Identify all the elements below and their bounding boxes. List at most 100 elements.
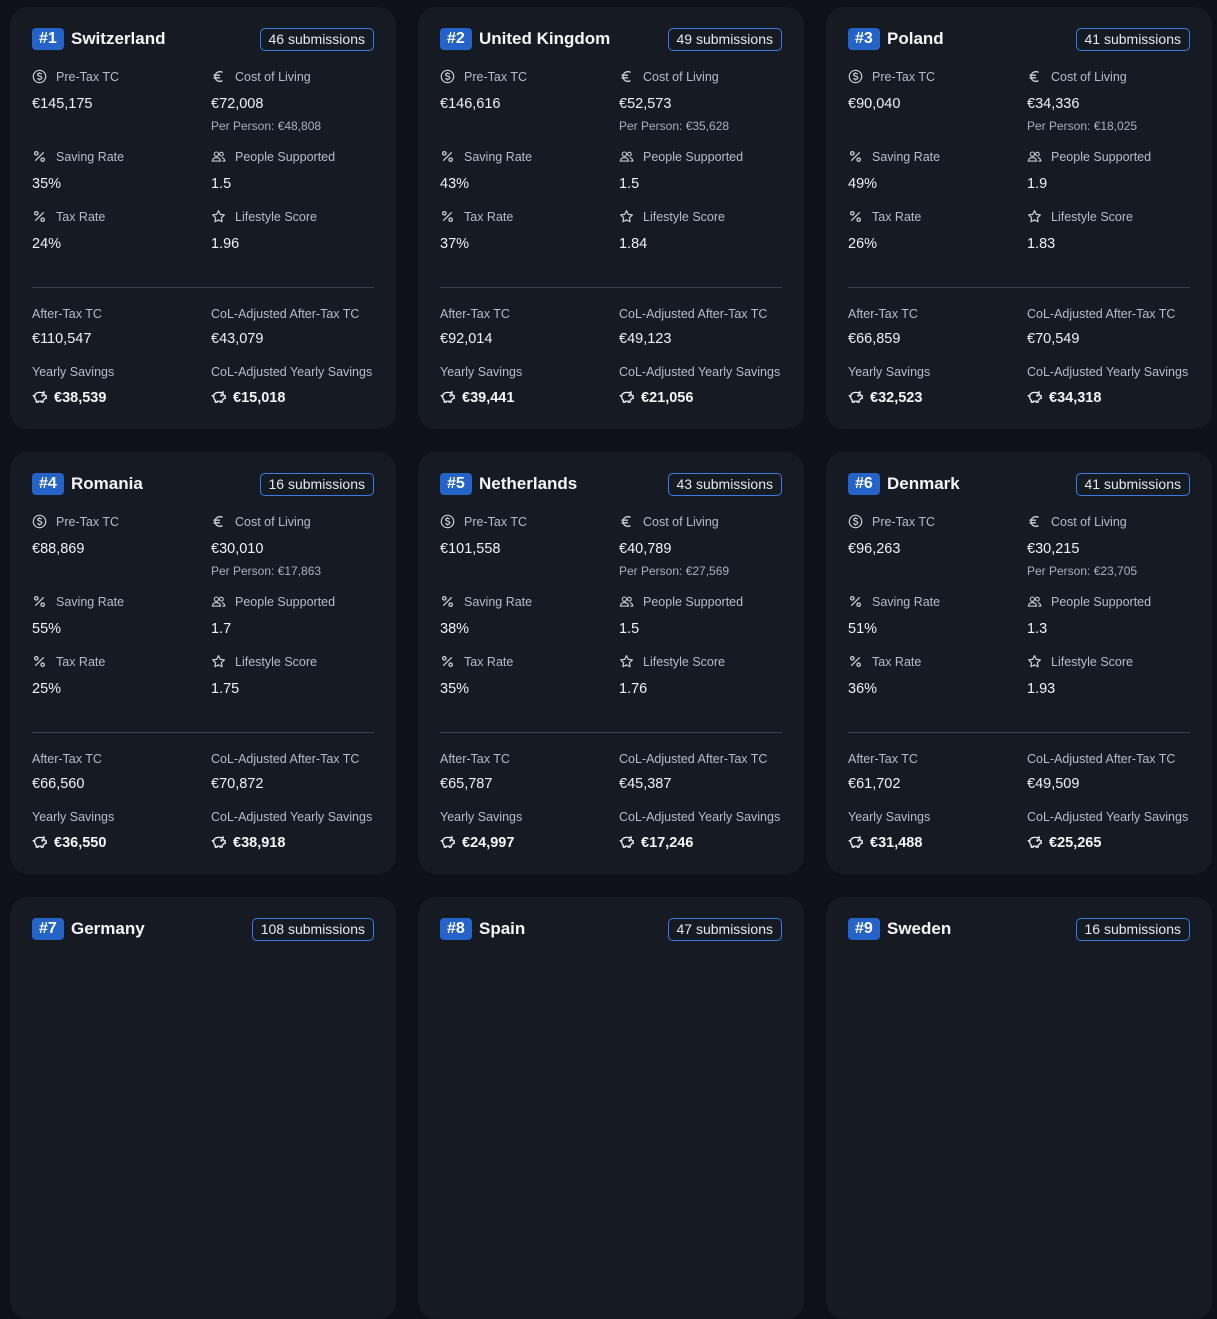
euro-icon [1027,69,1042,84]
piggy-bank-icon [211,389,227,405]
people-label-text: People Supported [235,595,336,609]
aftertax-label: After-Tax TC [440,752,510,766]
people-icon [619,594,634,609]
dollar-icon [848,69,863,84]
rank-badge: #2 [440,28,472,50]
col-value: €30,215 [1027,541,1080,557]
people-label-text: People Supported [235,150,336,164]
col-label-text: Cost of Living [235,70,311,84]
rank-badge: #6 [848,473,880,495]
submissions-badge[interactable]: 47 submissions [667,918,782,941]
country-card-germany[interactable]: #7 Germany 108 submissions [10,897,396,1319]
saving-rate-label: Saving Rate [848,594,940,610]
submissions-badge[interactable]: 16 submissions [259,473,374,496]
piggy-bank-icon [32,834,48,850]
col-label-text: Cost of Living [235,515,311,529]
col-label: Cost of Living [1027,514,1127,530]
saving-rate-label-text: Saving Rate [464,595,533,609]
country-card-romania[interactable]: #4 Romania 16 submissions Pre-Tax TC €88,869… [10,452,396,874]
savings-label: Yearly Savings [32,365,115,379]
divider [32,732,374,733]
country-card-poland[interactable]: #3 Poland 41 submissions Pre-Tax TC €90,040 C… [826,7,1212,429]
country-name: Romania [71,474,143,493]
people-icon [1027,594,1042,609]
col-savings-value: €15,018 [211,389,285,407]
pretax-label-text: Pre-Tax TC [56,515,119,529]
submissions-badge[interactable]: 41 submissions [1075,473,1190,496]
pretax-label: Pre-Tax TC [32,69,119,85]
col-savings-value-text: €25,265 [1049,835,1102,851]
lifestyle-label-text: Lifestyle Score [235,210,317,224]
dollar-icon [32,69,47,84]
savings-value: €39,441 [440,389,514,407]
submissions-badge[interactable]: 46 submissions [259,28,374,51]
people-value: 1.9 [1027,176,1048,192]
tax-rate-label-text: Tax Rate [464,655,514,669]
savings-value-text: €24,997 [462,835,515,851]
col-value: €52,573 [619,96,672,112]
submissions-badge[interactable]: 41 submissions [1075,28,1190,51]
submissions-badge[interactable]: 108 submissions [251,918,374,941]
euro-icon [1027,514,1042,529]
tax-rate-label-text: Tax Rate [872,655,922,669]
saving-rate-label-text: Saving Rate [872,150,941,164]
lifestyle-value: 1.84 [619,236,648,252]
pretax-label-text: Pre-Tax TC [464,515,527,529]
country-name: Spain [479,919,526,938]
col-aftertax-label: CoL-Adjusted After-Tax TC [211,307,360,321]
people-value: 1.5 [211,176,232,192]
savings-value-text: €38,539 [54,390,107,406]
country-card-denmark[interactable]: #6 Denmark 41 submissions Pre-Tax TC €96,263… [826,452,1212,874]
piggy-bank-icon [440,389,456,405]
people-icon [211,149,226,164]
savings-value: €32,523 [848,389,922,407]
country-card-united-kingdom[interactable]: #2 United Kingdom 49 submissions Pre-Tax TC… [418,7,804,429]
divider [32,287,374,288]
people-label-text: People Supported [1051,150,1152,164]
lifestyle-label-text: Lifestyle Score [643,210,725,224]
people-label-text: People Supported [643,595,744,609]
pretax-value: €90,040 [848,96,901,112]
submissions-badge[interactable]: 43 submissions [667,473,782,496]
lifestyle-label: Lifestyle Score [211,654,317,670]
saving-rate-value: 38% [440,621,470,637]
dollar-icon [848,514,863,529]
tax-rate-label: Tax Rate [32,209,105,225]
country-card-netherlands[interactable]: #5 Netherlands 43 submissions Pre-Tax TC €10… [418,452,804,874]
submissions-badge[interactable]: 16 submissions [1075,918,1190,941]
submissions-badge[interactable]: 49 submissions [667,28,782,51]
pretax-label-text: Pre-Tax TC [464,70,527,84]
people-label: People Supported [211,594,335,610]
col-savings-value-text: €38,918 [233,835,286,851]
people-label: People Supported [1027,149,1151,165]
tax-rate-value: 36% [848,681,878,697]
col-label: Cost of Living [211,69,311,85]
savings-label: Yearly Savings [440,365,523,379]
pretax-value: €101,558 [440,541,501,557]
col-savings-value: €17,246 [619,834,693,852]
lifestyle-label: Lifestyle Score [1027,654,1133,670]
divider [440,732,782,733]
col-aftertax-label: CoL-Adjusted After-Tax TC [211,752,360,766]
tax-rate-label-text: Tax Rate [872,210,922,224]
saving-rate-label: Saving Rate [440,149,532,165]
saving-rate-label-text: Saving Rate [56,150,125,164]
lifestyle-label-text: Lifestyle Score [1051,655,1133,669]
per-person-value: Per Person: €18,025 [1027,119,1138,133]
country-card-sweden[interactable]: #9 Sweden 16 submissions [826,897,1212,1319]
saving-rate-value: 35% [32,176,62,192]
country-card-spain[interactable]: #8 Spain 47 submissions [418,897,804,1319]
aftertax-value: €65,787 [440,776,493,792]
tax-rate-value: 25% [32,681,62,697]
savings-label: Yearly Savings [848,365,931,379]
lifestyle-value: 1.93 [1027,681,1056,697]
people-label-text: People Supported [1051,595,1152,609]
savings-label: Yearly Savings [848,810,931,824]
people-value: 1.5 [619,621,640,637]
star-icon [619,209,634,224]
tax-rate-label: Tax Rate [32,654,105,670]
col-savings-value-text: €34,318 [1049,390,1102,406]
country-card-switzerland[interactable]: #1 Switzerland 46 submissions Pre-Tax TC €14… [10,7,396,429]
percent-icon [440,209,455,224]
piggy-bank-icon [848,389,864,405]
